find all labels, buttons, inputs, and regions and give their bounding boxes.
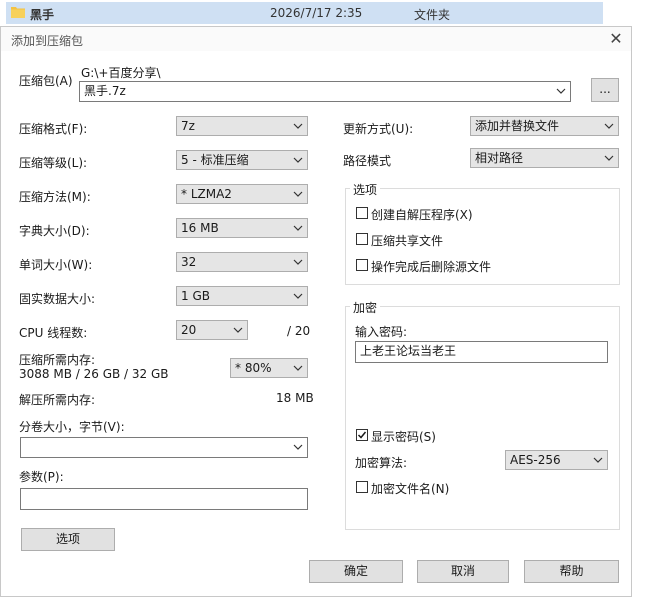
chevron-down-icon: [293, 365, 303, 371]
chevron-down-icon: [293, 259, 303, 265]
mem-usage-select[interactable]: * 80%: [230, 358, 308, 378]
mem-usage-value: * 80%: [235, 361, 272, 375]
chevron-down-icon: [604, 155, 614, 161]
mem-decompress-value: 18 MB: [276, 391, 314, 405]
folder-name: 黑手: [30, 8, 55, 22]
password-input[interactable]: 上老王论坛当老王: [355, 341, 608, 363]
sfx-checkbox[interactable]: [356, 207, 368, 219]
dialog-titlebar[interactable]: 添加到压缩包 ✕: [1, 27, 631, 51]
params-input[interactable]: [20, 488, 308, 510]
help-button[interactable]: 帮助: [524, 560, 619, 583]
cpu-select[interactable]: 20: [176, 320, 248, 340]
dict-value: 16 MB: [181, 221, 219, 235]
options-group-title: 选项: [350, 181, 381, 198]
word-value: 32: [181, 255, 197, 269]
path-mode-label: 路径模式: [343, 154, 392, 168]
chevron-down-icon: [593, 457, 603, 463]
chevron-down-icon: [293, 225, 303, 231]
chevron-down-icon: [293, 191, 303, 197]
mem-decompress-label: 解压所需内存:: [19, 393, 96, 407]
encrypt-names-checkbox[interactable]: [356, 481, 368, 493]
split-combo[interactable]: [20, 437, 308, 458]
folder-type: 文件夹: [414, 8, 451, 22]
encrypt-names-label: 加密文件名(N): [371, 482, 450, 496]
dialog-title: 添加到压缩包: [11, 34, 84, 48]
update-select[interactable]: 添加并替换文件: [470, 116, 619, 136]
add-to-archive-dialog: 添加到压缩包 ✕ 压缩包(A) G:\+百度分享\ 黑手.7z ... 压缩格式…: [0, 26, 632, 597]
browse-button[interactable]: ...: [591, 78, 619, 102]
chevron-down-icon: [293, 293, 303, 299]
format-select[interactable]: 7z: [176, 116, 308, 136]
delete-label: 操作完成后删除源文件: [371, 260, 492, 274]
dict-label: 字典大小(D):: [19, 224, 90, 238]
word-select[interactable]: 32: [176, 252, 308, 272]
cancel-button[interactable]: 取消: [417, 560, 509, 583]
update-label: 更新方式(U):: [343, 122, 414, 136]
cpu-max: / 20: [287, 324, 311, 338]
chevron-down-icon: [604, 123, 614, 129]
folder-icon: [11, 7, 25, 18]
show-password-checkbox[interactable]: [356, 429, 368, 441]
checkmark-icon: [357, 431, 367, 439]
folder-date: 2026/7/17 2:35: [270, 6, 363, 20]
chevron-down-icon: [293, 123, 303, 129]
level-value: 5 - 标准压缩: [181, 153, 249, 167]
format-value: 7z: [181, 119, 195, 133]
chevron-down-icon: [556, 88, 566, 94]
delete-checkbox[interactable]: [356, 259, 368, 271]
dict-select[interactable]: 16 MB: [176, 218, 308, 238]
path-mode-select[interactable]: 相对路径: [470, 148, 619, 168]
encryption-method-value: AES-256: [510, 453, 561, 467]
close-icon: ✕: [609, 29, 623, 48]
chevron-down-icon: [233, 327, 243, 333]
method-label: 压缩方法(M):: [19, 190, 91, 204]
options-button[interactable]: 选项: [21, 528, 115, 551]
encryption-method-label: 加密算法:: [355, 456, 408, 470]
close-button[interactable]: ✕: [606, 30, 626, 48]
shared-checkbox[interactable]: [356, 233, 368, 245]
solid-value: 1 GB: [181, 289, 210, 303]
encryption-method-select[interactable]: AES-256: [505, 450, 608, 470]
chevron-down-icon: [293, 157, 303, 163]
show-password-label: 显示密码(S): [371, 430, 436, 444]
encryption-group-title: 加密: [350, 299, 381, 316]
password-label: 输入密码:: [355, 325, 408, 339]
archive-label: 压缩包(A): [19, 74, 73, 88]
ok-button[interactable]: 确定: [309, 560, 403, 583]
archive-filename: 黑手.7z: [84, 84, 126, 98]
mem-compress-detail: 3088 MB / 26 GB / 32 GB: [19, 367, 169, 381]
archive-filename-combo[interactable]: 黑手.7z: [79, 81, 571, 102]
shared-label: 压缩共享文件: [371, 234, 444, 248]
level-select[interactable]: 5 - 标准压缩: [176, 150, 308, 170]
solid-label: 固实数据大小:: [19, 292, 96, 306]
mem-compress-label: 压缩所需内存:: [19, 353, 96, 367]
format-label: 压缩格式(F):: [19, 122, 88, 136]
method-value: * LZMA2: [181, 187, 232, 201]
path-mode-value: 相对路径: [475, 151, 524, 165]
word-label: 单词大小(W):: [19, 258, 93, 272]
update-value: 添加并替换文件: [475, 119, 560, 133]
explorer-file-row[interactable]: 黑手 2026/7/17 2:35 文件夹: [0, 0, 652, 26]
params-label: 参数(P):: [19, 470, 64, 484]
sfx-label: 创建自解压程序(X): [371, 208, 473, 222]
cpu-value: 20: [181, 323, 197, 337]
cpu-label: CPU 线程数:: [19, 326, 88, 340]
archive-path: G:\+百度分享\: [81, 66, 161, 80]
split-label: 分卷大小，字节(V):: [19, 420, 125, 434]
chevron-down-icon: [293, 444, 303, 450]
level-label: 压缩等级(L):: [19, 156, 88, 170]
solid-select[interactable]: 1 GB: [176, 286, 308, 306]
method-select[interactable]: * LZMA2: [176, 184, 308, 204]
